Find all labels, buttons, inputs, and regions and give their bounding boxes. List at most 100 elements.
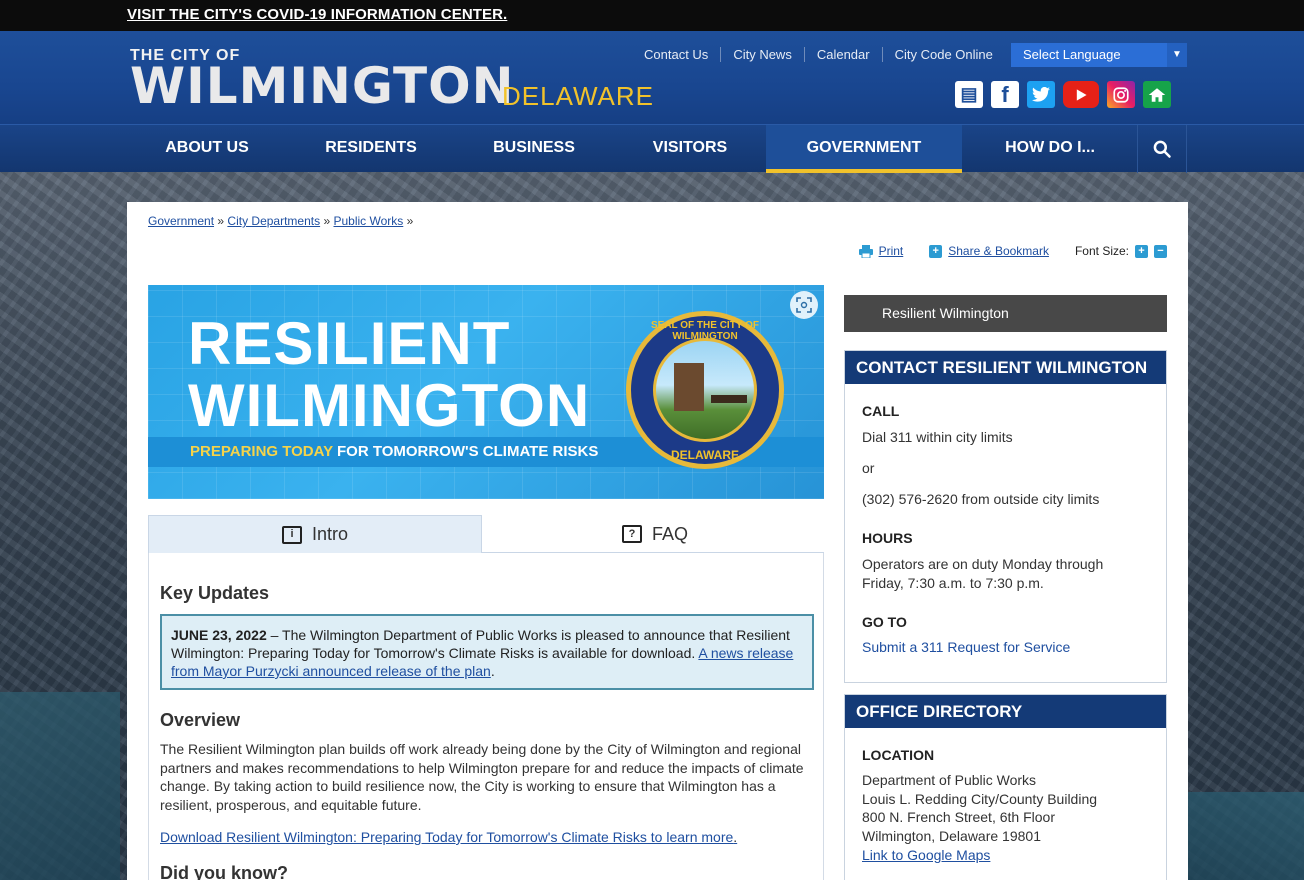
- site-header: THE CITY OF WILMINGTON DELAWARE Contact …: [0, 31, 1304, 124]
- logo-delaware: DELAWARE: [502, 81, 654, 111]
- location-label: LOCATION: [862, 747, 935, 763]
- address-line4: Wilmington, Delaware 19801: [862, 828, 1041, 845]
- breadcrumb: Government » City Departments » Public W…: [148, 214, 413, 228]
- office-address: Department of Public Works Louis L. Redd…: [862, 771, 1149, 865]
- call-or: or: [862, 460, 875, 476]
- chevron-down-icon: ▼: [1167, 43, 1187, 67]
- background-river: [0, 692, 120, 880]
- nav-about-us[interactable]: ABOUT US: [127, 125, 287, 173]
- news-icon[interactable]: ▤: [955, 81, 983, 108]
- hours-line1: Operators are on duty Monday through: [862, 556, 1104, 572]
- address-line3: 800 N. French Street, 6th Floor: [862, 809, 1055, 826]
- hours-label: HOURS: [862, 530, 913, 546]
- nav-how-do-i[interactable]: HOW DO I...: [970, 125, 1130, 173]
- banner-subtitle-highlight: PREPARING TODAY: [190, 443, 333, 460]
- download-plan-link[interactable]: Download Resilient Wilmington: Preparing…: [160, 829, 733, 845]
- font-decrease-button[interactable]: −: [1154, 244, 1167, 258]
- question-icon: ?: [621, 525, 642, 543]
- youtube-icon[interactable]: [1063, 81, 1099, 108]
- background-river: [1184, 792, 1304, 880]
- did-you-know-heading: Did you know?: [160, 863, 288, 880]
- site-logo[interactable]: THE CITY OF WILMINGTON DELAWARE: [130, 47, 653, 111]
- contact-card-title: CONTACT RESILIENT WILMINGTON: [845, 351, 1166, 384]
- breadcrumb-city-departments[interactable]: City Departments: [227, 214, 320, 228]
- page-tools: Print + Share & Bookmark Font Size: + −: [858, 244, 1167, 258]
- city-news-link[interactable]: City News: [721, 47, 805, 62]
- call-outside: (302) 576-2620 from outside city limits: [862, 491, 1100, 507]
- info-icon: i: [281, 525, 302, 544]
- resilient-wilmington-banner: RESILIENT WILMINGTON PREPARING TODAY FOR…: [148, 285, 824, 499]
- tab-intro[interactable]: i Intro: [148, 515, 482, 553]
- seal-image: [653, 338, 757, 442]
- utility-links: Contact Us City News Calendar City Code …: [644, 47, 1005, 62]
- language-select[interactable]: Select Language ▼: [1011, 43, 1187, 67]
- breadcrumb-separator: »: [406, 214, 414, 228]
- banner-title-line1: RESILIENT: [188, 310, 511, 377]
- logo-wilmington: WILMINGTON: [130, 57, 515, 115]
- instagram-icon[interactable]: [1107, 81, 1135, 108]
- twitter-icon[interactable]: [1027, 81, 1055, 108]
- overview-text: The Resilient Wilmington plan builds off…: [160, 741, 804, 813]
- sidebar-item-resilient-wilmington[interactable]: Resilient Wilmington: [844, 295, 1167, 332]
- covid-info-link[interactable]: VISIT THE CITY'S COVID-19 INFORMATION CE…: [127, 6, 507, 23]
- call-label: CALL: [862, 403, 900, 419]
- social-links: ▤ f: [955, 81, 1171, 108]
- key-update-box: JUNE 23, 2022 – The Wilmington Departmen…: [160, 614, 814, 690]
- font-size-label: Font Size:: [1074, 244, 1129, 258]
- office-directory-title: OFFICE DIRECTORY: [845, 695, 1166, 728]
- download-plan-wrap: Download Resilient Wilmington: Preparing…: [160, 829, 738, 845]
- address-line1: Department of Public Works: [862, 772, 1037, 788]
- content-tabs: i Intro ? FAQ: [148, 515, 824, 553]
- city-seal: SEAL OF THE CITY OF WILMINGTON DELAWARE: [626, 311, 784, 469]
- print-icon: [858, 244, 873, 258]
- banner-subtitle-rest: FOR TOMORROW'S CLIMATE RISKS: [337, 443, 599, 460]
- breadcrumb-government[interactable]: Government: [148, 214, 214, 228]
- main-nav: ABOUT US RESIDENTS BUSINESS VISITORS GOV…: [0, 124, 1304, 173]
- intro-panel: Key Updates JUNE 23, 2022 – The Wilmingt…: [148, 553, 824, 880]
- nav-business[interactable]: BUSINESS: [454, 125, 614, 173]
- seal-ship: [711, 377, 747, 403]
- sidebar: Resilient Wilmington CONTACT RESILIENT W…: [844, 295, 1167, 880]
- banner-title-line2: WILMINGTON: [188, 372, 591, 439]
- goto-label: GO TO: [862, 614, 907, 630]
- nav-visitors[interactable]: VISITORS: [610, 125, 770, 173]
- search-icon: [1153, 140, 1171, 158]
- address-line2: Louis L. Redding City/County Building: [862, 790, 1098, 807]
- office-directory-card: OFFICE DIRECTORY LOCATION Department of …: [844, 694, 1167, 880]
- font-increase-button[interactable]: +: [1135, 244, 1148, 258]
- language-select-label: Select Language: [1023, 47, 1121, 62]
- search-button[interactable]: [1137, 125, 1187, 173]
- contact-card: CONTACT RESILIENT WILMINGTON CALL Dial 3…: [844, 350, 1167, 683]
- banner-title: RESILIENT WILMINGTON: [188, 313, 590, 437]
- google-maps-link[interactable]: Link to Google Maps: [862, 847, 990, 863]
- call-local: Dial 311 within city limits: [862, 429, 1013, 445]
- nav-government[interactable]: GOVERNMENT: [766, 125, 962, 173]
- hours-text: Operators are on duty Monday through Fri…: [862, 555, 1149, 593]
- facebook-icon[interactable]: f: [991, 81, 1019, 108]
- tab-intro-label: Intro: [311, 524, 349, 544]
- nextdoor-icon[interactable]: [1143, 81, 1171, 108]
- contact-us-link[interactable]: Contact Us: [644, 47, 722, 62]
- share-bookmark-link[interactable]: Share & Bookmark: [948, 244, 1049, 258]
- print-link[interactable]: Print: [879, 244, 904, 258]
- fullscreen-icon: [796, 297, 812, 313]
- seal-text-bottom: DELAWARE: [670, 448, 739, 462]
- submit-311-request-link[interactable]: Submit a 311 Request for Service: [862, 639, 1070, 655]
- breadcrumb-separator: »: [323, 214, 331, 228]
- update-date: JUNE 23, 2022: [171, 627, 267, 643]
- city-code-link[interactable]: City Code Online: [883, 47, 1005, 62]
- main-content: Government » City Departments » Public W…: [127, 202, 1188, 880]
- seal-building: [674, 363, 704, 411]
- breadcrumb-separator: »: [217, 214, 225, 228]
- overview-heading: Overview: [160, 710, 241, 730]
- calendar-link[interactable]: Calendar: [805, 47, 883, 62]
- tab-faq[interactable]: ? FAQ: [488, 515, 822, 553]
- breadcrumb-public-works[interactable]: Public Works: [333, 214, 403, 228]
- tab-faq-label: FAQ: [651, 523, 688, 544]
- nav-residents[interactable]: RESIDENTS: [291, 125, 451, 173]
- hours-line2: Friday, 7:30 a.m. to 7:30 p.m.: [862, 575, 1044, 591]
- fullscreen-button[interactable]: [790, 291, 818, 319]
- banner-subtitle: PREPARING TODAY FOR TOMORROW'S CLIMATE R…: [190, 443, 598, 460]
- covid-alert-bar: VISIT THE CITY'S COVID-19 INFORMATION CE…: [0, 0, 1304, 31]
- key-updates-heading: Key Updates: [160, 583, 270, 603]
